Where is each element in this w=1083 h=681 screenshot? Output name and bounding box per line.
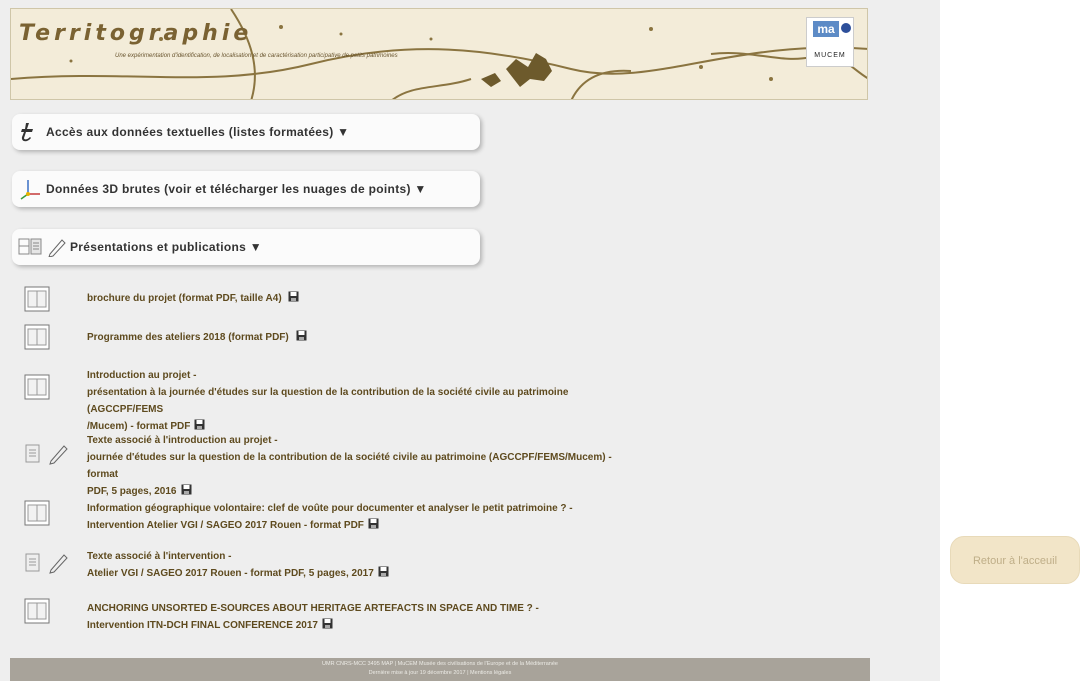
back-home-button[interactable]: Retour à l'acceuil [950, 536, 1080, 584]
map-logo-text: ma [813, 21, 839, 37]
footer-line-1: UMR CNRS-MCC 3495 MAP | MuCEM Musée des … [322, 661, 558, 667]
film-pencil-icon [18, 238, 66, 257]
publication-line[interactable]: Introduction au projet - [87, 367, 644, 384]
film-icon [24, 286, 50, 312]
map-logo[interactable]: ma MUCEM [806, 17, 854, 67]
text-t-icon [21, 123, 33, 142]
publication-line[interactable]: Information géographique volontaire: cle… [87, 500, 573, 517]
publication-line[interactable]: Texte associé à l'intervention - [87, 548, 389, 565]
section-3d-data-label: Données 3D brutes (voir et télécharger l… [46, 182, 427, 196]
section-presentations-label: Présentations et publications ▼ [70, 240, 262, 254]
save-icon[interactable] [288, 291, 299, 302]
save-icon[interactable] [322, 618, 333, 629]
publication-item[interactable]: Texte associé à l'introduction au projet… [24, 432, 644, 497]
publication-item[interactable]: Programme des ateliers 2018 (format PDF) [24, 324, 644, 350]
publication-item[interactable]: brochure du projet (format PDF, taille A… [24, 286, 644, 312]
site-title: Territographie [19, 21, 253, 46]
publication-line[interactable]: /Mucem) - format PDF [87, 421, 190, 432]
save-icon[interactable] [368, 518, 379, 529]
doc-pencil-icon [25, 553, 68, 574]
publication-line[interactable]: journée d'études sur la question de la c… [87, 449, 644, 483]
section-3d-data[interactable]: Données 3D brutes (voir et télécharger l… [12, 171, 480, 207]
publication-line[interactable]: brochure du projet (format PDF, taille A… [87, 293, 282, 304]
page-background: Territographie Une expérimentation d'ide… [0, 0, 940, 681]
film-icon [24, 324, 50, 350]
film-icon [24, 374, 50, 400]
film-icon [24, 500, 50, 526]
section-presentations[interactable]: Présentations et publications ▼ [12, 229, 480, 265]
page-footer: UMR CNRS-MCC 3495 MAP | MuCEM Musée des … [10, 658, 870, 681]
publication-line[interactable]: Atelier VGI / SAGEO 2017 Rouen - format … [87, 568, 374, 579]
save-icon[interactable] [296, 330, 307, 341]
section-textual-data[interactable]: Accès aux données textuelles (listes for… [12, 114, 480, 150]
site-banner: Territographie Une expérimentation d'ide… [10, 8, 868, 100]
film-icon [24, 598, 50, 624]
save-icon[interactable] [181, 484, 192, 495]
publication-line[interactable]: Intervention Atelier VGI / SAGEO 2017 Ro… [87, 520, 364, 531]
cnrs-dot-icon [841, 23, 851, 33]
site-subtitle: Une expérimentation d'identification, de… [115, 53, 398, 59]
save-icon[interactable] [194, 419, 205, 430]
save-icon[interactable] [378, 566, 389, 577]
publication-item[interactable]: Introduction au projet - présentation à … [24, 367, 644, 432]
publication-item[interactable]: Information géographique volontaire: cle… [24, 500, 644, 534]
section-textual-data-label: Accès aux données textuelles (listes for… [46, 125, 350, 139]
publication-line[interactable]: PDF, 5 pages, 2016 [87, 486, 177, 497]
publication-item[interactable]: Texte associé à l'intervention - Atelier… [24, 548, 644, 582]
publication-line[interactable]: Intervention ITN-DCH FINAL CONFERENCE 20… [87, 620, 318, 631]
axes-3d-icon [20, 180, 40, 200]
publication-item[interactable]: ANCHORING UNSORTED E-SOURCES ABOUT HERIT… [24, 598, 644, 632]
publication-line[interactable]: ANCHORING UNSORTED E-SOURCES ABOUT HERIT… [87, 600, 539, 617]
footer-line-2[interactable]: Dernière mise à jour 19 décembre 2017 | … [10, 669, 870, 678]
publication-line[interactable]: Texte associé à l'introduction au projet… [87, 432, 644, 449]
publication-line[interactable]: Programme des ateliers 2018 (format PDF) [87, 332, 289, 343]
doc-pencil-icon [25, 444, 68, 465]
publication-line[interactable]: présentation à la journée d'études sur l… [87, 384, 644, 418]
mucem-logo-text: MUCEM [814, 52, 846, 59]
